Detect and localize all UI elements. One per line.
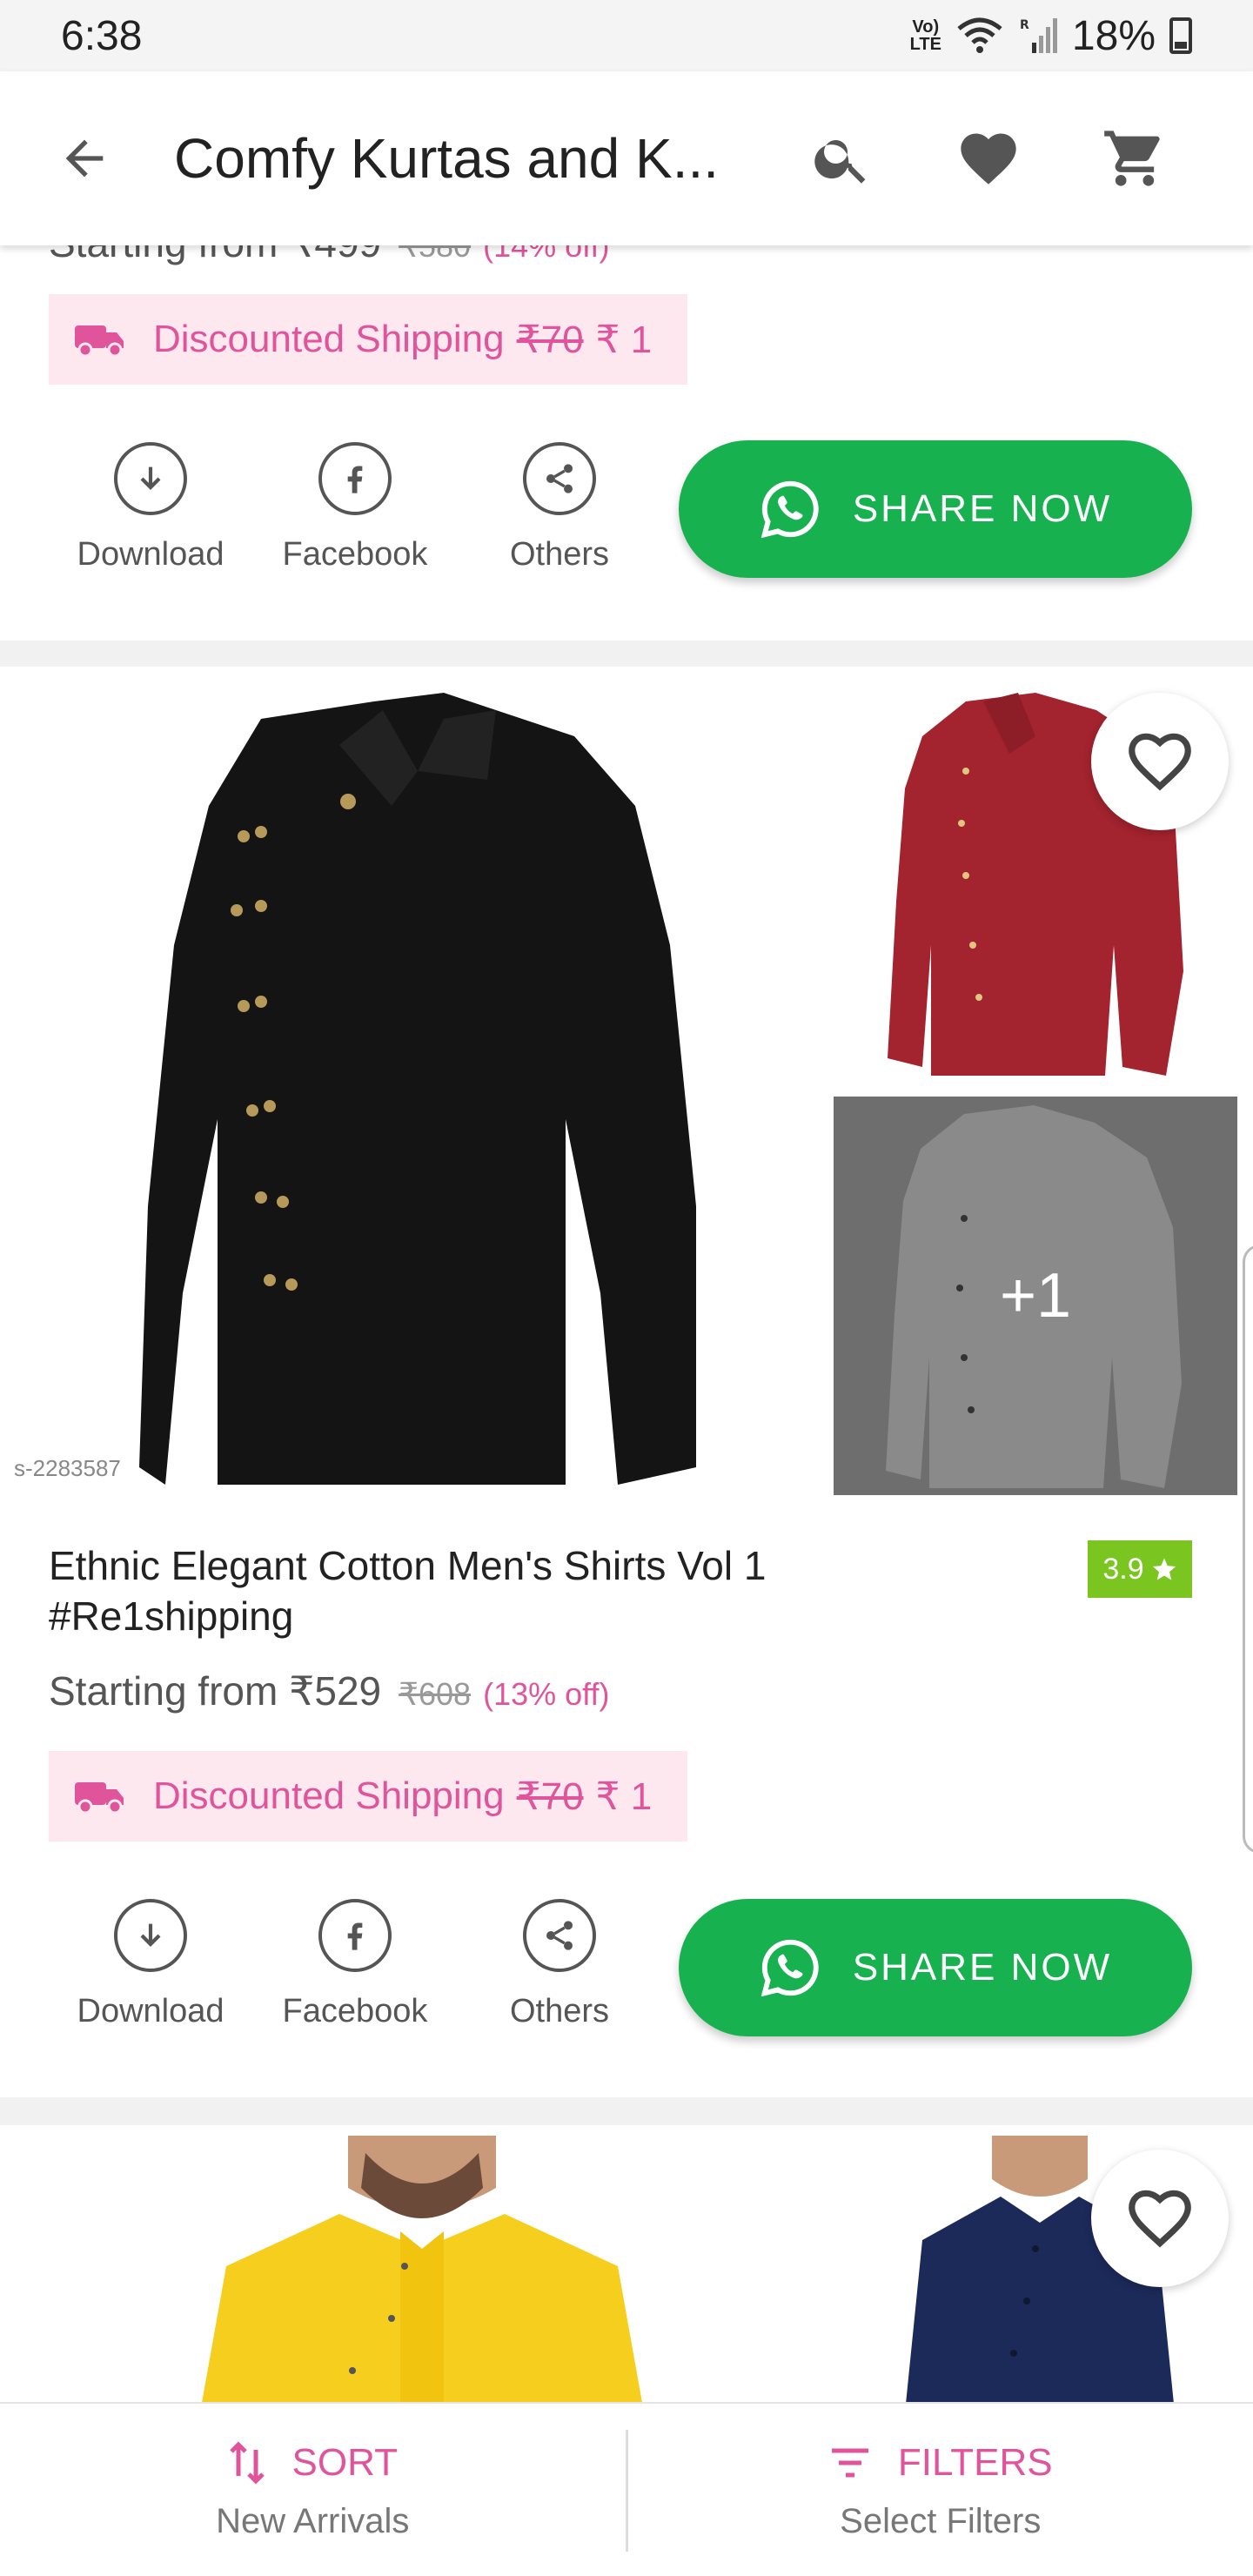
- facebook-button[interactable]: Facebook: [264, 1899, 446, 2030]
- filter-icon: [831, 2448, 868, 2477]
- product-title[interactable]: Ethnic Elegant Cotton Men's Shirts Vol 1…: [49, 1540, 919, 1641]
- heart-outline-icon: [1129, 733, 1191, 791]
- back-button[interactable]: [37, 111, 132, 206]
- more-images-count: +1: [999, 1261, 1072, 1331]
- shipping-label: Discounted Shipping: [153, 1774, 505, 1817]
- bottom-bar: SORT New Arrivals FILTERS Select Filters: [0, 2402, 1253, 2576]
- facebook-icon: [318, 1899, 392, 1972]
- sort-label: SORT: [291, 2440, 398, 2484]
- shipping-badge: Discounted Shipping ₹70 ₹ 1: [49, 1751, 687, 1841]
- search-button[interactable]: [790, 106, 895, 211]
- sort-button[interactable]: SORT New Arrivals: [0, 2404, 626, 2576]
- status-icons: Vo) LTE R 18%: [910, 12, 1192, 60]
- whatsapp-icon: [761, 1939, 819, 1997]
- product-main-image[interactable]: [9, 684, 827, 1502]
- truck-icon: [75, 325, 124, 357]
- download-button[interactable]: Download: [59, 442, 242, 574]
- price: Starting from ₹529: [49, 1668, 382, 1714]
- download-label: Download: [77, 1993, 224, 2029]
- status-bar: 6:38 Vo) LTE R 18%: [0, 0, 1253, 71]
- share-icon: [523, 442, 596, 515]
- facebook-label: Facebook: [282, 536, 428, 573]
- filters-value: Select Filters: [840, 2501, 1042, 2540]
- cart-button[interactable]: [1082, 106, 1187, 211]
- add-to-wishlist-button[interactable]: [1091, 693, 1229, 830]
- others-share-button[interactable]: Others: [468, 442, 651, 574]
- discount: (13% off): [483, 1676, 610, 1712]
- download-icon: [114, 442, 187, 515]
- roaming-indicator: R: [1020, 18, 1029, 32]
- whatsapp-share-button[interactable]: SHARE NOW: [679, 440, 1192, 578]
- star-icon: [1152, 1558, 1176, 1580]
- filters-button[interactable]: FILTERS Select Filters: [628, 2404, 1253, 2576]
- product-main-image[interactable]: [9, 2136, 827, 2412]
- app-bar: Comfy Kurtas and K...: [0, 71, 1253, 245]
- others-label: Others: [509, 1993, 610, 2029]
- side-drawer-handle[interactable]: [1243, 1244, 1253, 1854]
- shipping-label: Discounted Shipping: [153, 318, 505, 360]
- share-now-label: SHARE NOW: [852, 487, 1113, 530]
- product-card-next[interactable]: [0, 2125, 1253, 2412]
- wifi-icon: [957, 17, 1002, 53]
- sort-icon: [229, 2440, 265, 2485]
- status-time: 6:38: [61, 12, 143, 59]
- price-row: Starting from ₹529 ₹608 (13% off): [49, 1667, 609, 1714]
- volte-bottom: LTE: [909, 35, 941, 54]
- download-icon: [114, 1899, 187, 1972]
- battery-icon: [1169, 17, 1192, 54]
- heart-icon: [961, 133, 1016, 184]
- signal-icon: R: [1020, 18, 1057, 53]
- others-share-button[interactable]: Others: [468, 1899, 651, 2030]
- facebook-label: Facebook: [282, 1993, 428, 2029]
- sort-header: SORT: [228, 2441, 398, 2485]
- shipping-badge: Discounted Shipping ₹70 ₹ 1: [49, 294, 687, 385]
- sort-value: New Arrivals: [216, 2501, 410, 2540]
- whatsapp-icon: [761, 480, 819, 539]
- page-title: Comfy Kurtas and K...: [174, 127, 720, 190]
- filters-header: FILTERS: [828, 2441, 1053, 2485]
- wishlist-button[interactable]: [936, 106, 1041, 211]
- product-card[interactable]: s-2283587 +1 Ethnic Elegant Cotton Men's…: [0, 667, 1253, 2097]
- shipping-old-price: ₹70: [516, 1774, 584, 1818]
- download-button[interactable]: Download: [59, 1899, 242, 2030]
- search-icon: [814, 140, 866, 184]
- rating-value: 3.9: [1102, 1552, 1144, 1586]
- volte-indicator: Vo) LTE: [910, 18, 941, 53]
- shipping-new-price: ₹ 1: [595, 318, 653, 361]
- volte-top: Vo): [912, 17, 940, 37]
- arrow-back-icon: [65, 139, 104, 178]
- facebook-button[interactable]: Facebook: [264, 442, 446, 574]
- share-now-label: SHARE NOW: [852, 1946, 1113, 1989]
- shipping-old-price: ₹70: [516, 318, 584, 361]
- shipping-new-price: ₹ 1: [595, 1774, 653, 1818]
- download-label: Download: [77, 536, 224, 573]
- product-sku: s-2283587: [14, 1455, 121, 1481]
- mrp: ₹608: [399, 1676, 472, 1712]
- add-to-wishlist-button[interactable]: [1091, 2150, 1229, 2287]
- truck-icon: [75, 1782, 124, 1814]
- share-icon: [523, 1899, 596, 1972]
- filters-label: FILTERS: [897, 2440, 1053, 2484]
- product-variant-image-grey[interactable]: +1: [834, 1097, 1237, 1495]
- cart-icon: [1104, 131, 1160, 186]
- others-label: Others: [509, 536, 610, 573]
- facebook-icon: [318, 442, 392, 515]
- rating-badge: 3.9: [1088, 1540, 1192, 1598]
- whatsapp-share-button[interactable]: SHARE NOW: [679, 1899, 1192, 2036]
- heart-outline-icon: [1129, 2190, 1191, 2248]
- battery-percent: 18%: [1071, 12, 1156, 59]
